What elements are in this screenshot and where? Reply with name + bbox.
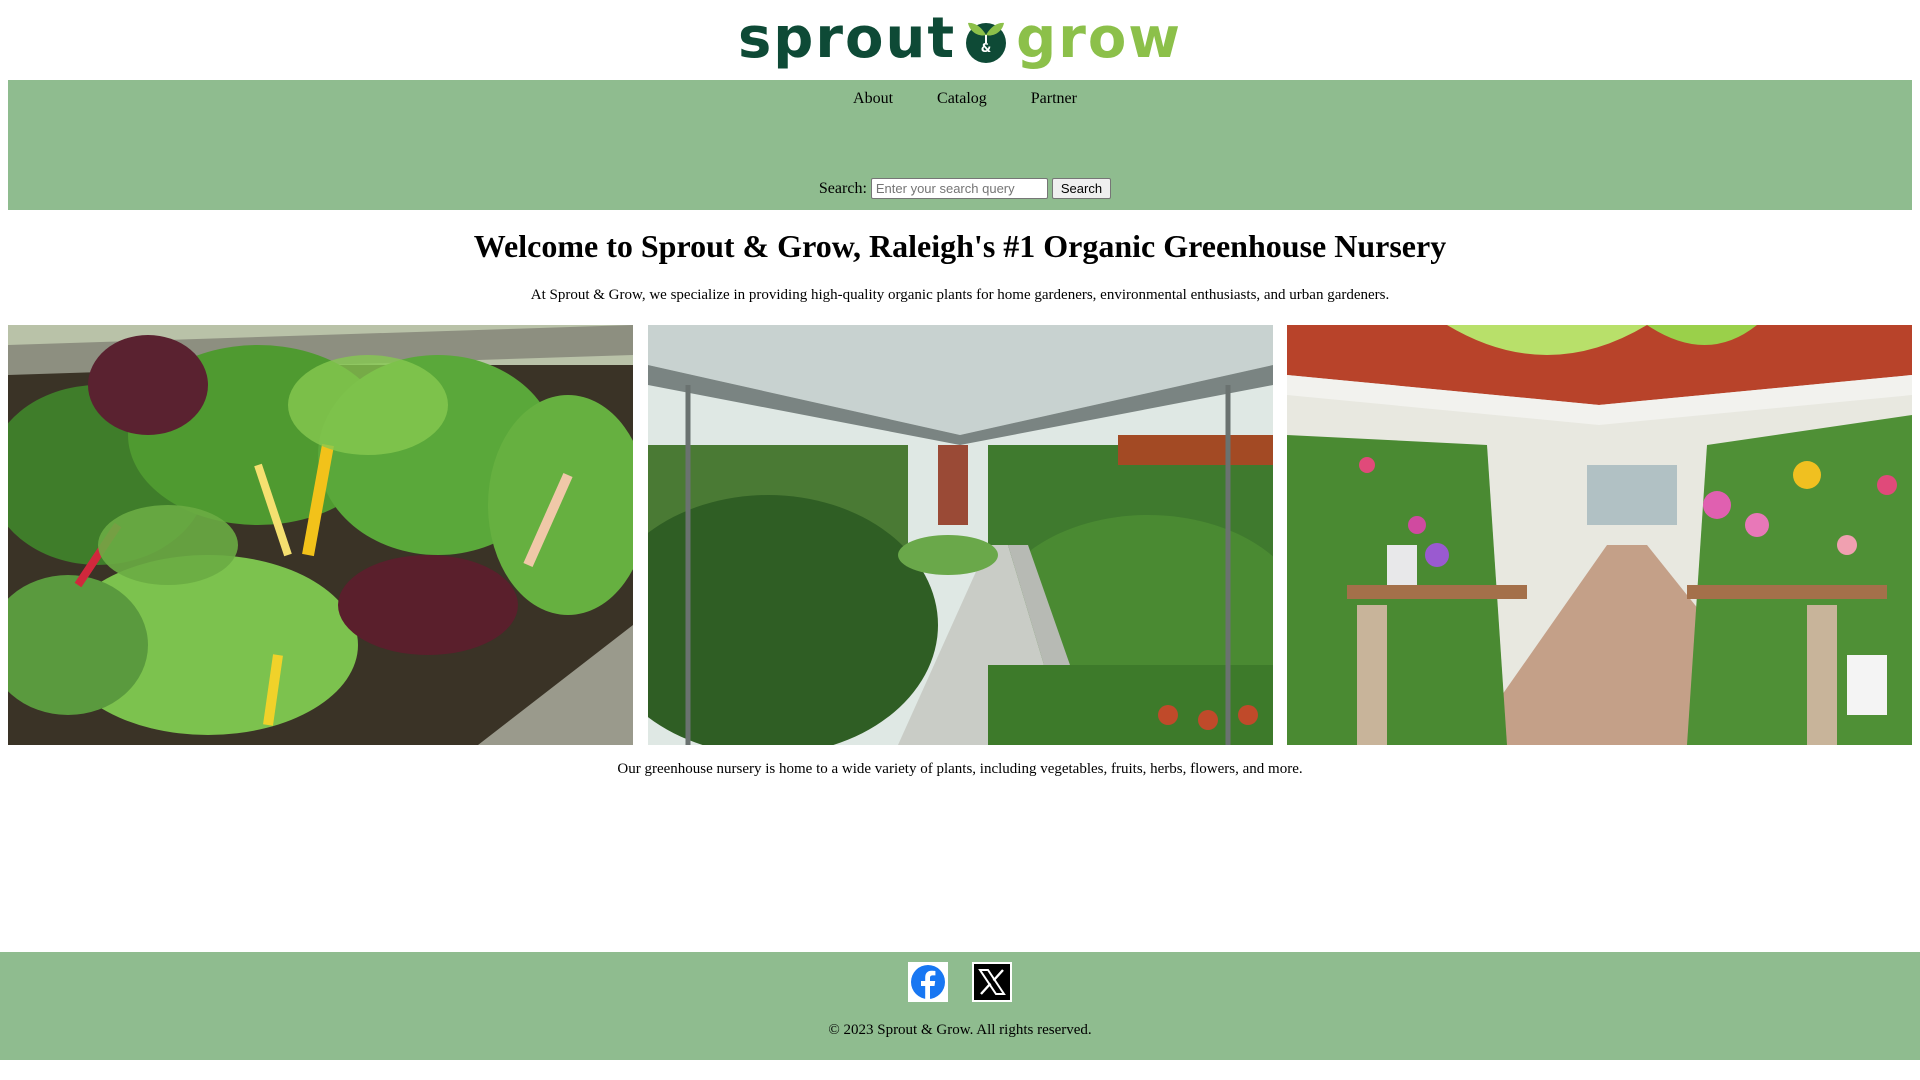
photo-greenhouse-aisle: [648, 325, 1273, 745]
site-footer: © 2023 Sprout & Grow. All rights reserve…: [0, 952, 1920, 1060]
photo-garden-center-flowers: [1287, 325, 1912, 745]
sprout-seed-icon: &: [966, 22, 1007, 63]
nav-link-catalog[interactable]: Catalog: [937, 90, 987, 108]
search-input[interactable]: [870, 178, 1048, 199]
facebook-icon[interactable]: [908, 962, 948, 1002]
photo-gallery: [8, 325, 1912, 745]
top-navigation: About Catalog Partner Search: Search: [8, 80, 1912, 210]
photo-swiss-chard-bed: [8, 325, 633, 745]
page-title: Welcome to Sprout & Grow, Raleigh's #1 O…: [473, 228, 1447, 264]
logo-word-grow: grow: [1016, 6, 1183, 71]
search-label: Search:: [818, 179, 867, 197]
logo-word-sprout: sprout: [737, 6, 957, 71]
nav-links: About Catalog Partner: [8, 90, 1912, 108]
intro-paragraph: At Sprout & Grow, we specialize in provi…: [530, 287, 1390, 303]
social-links: [0, 962, 1920, 1002]
search-form: Search: Search: [8, 178, 1912, 199]
site-logo: sprout & grow: [0, 4, 1920, 74]
variety-paragraph: Our greenhouse nursery is home to a wide…: [617, 761, 1303, 777]
x-icon[interactable]: [972, 962, 1012, 1002]
nav-link-about[interactable]: About: [853, 90, 893, 108]
nav-link-partner[interactable]: Partner: [1031, 90, 1077, 108]
search-button[interactable]: Search: [1051, 178, 1112, 199]
copyright-text: © 2023 Sprout & Grow. All rights reserve…: [828, 1022, 1092, 1038]
logo-ampersand: &: [981, 41, 991, 55]
